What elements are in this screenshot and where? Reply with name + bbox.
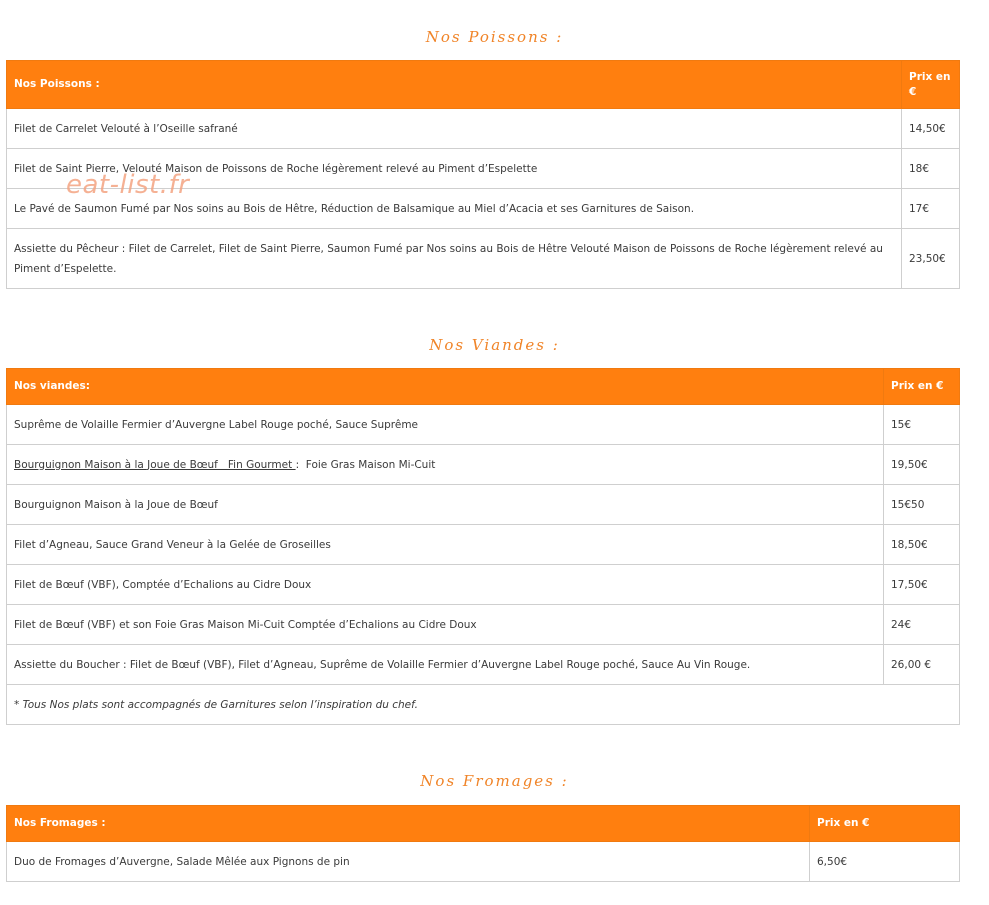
dish-name: Assiette du Boucher : Filet de Bœuf (VBF… bbox=[6, 644, 884, 685]
table-row: Filet de Carrelet Velouté à l’Oseille sa… bbox=[6, 108, 960, 149]
dish-price: 23,50€ bbox=[901, 228, 960, 289]
dish-price: 17,50€ bbox=[883, 564, 960, 605]
table-row: Duo de Fromages d’Auvergne, Salade Mêlée… bbox=[6, 841, 960, 882]
dish-name: Filet d’Agneau, Sauce Grand Veneur à la … bbox=[6, 524, 884, 565]
table-row-note: * Tous Nos plats sont accompagnés de Gar… bbox=[6, 684, 960, 725]
garnish-note: * Tous Nos plats sont accompagnés de Gar… bbox=[6, 684, 960, 725]
dish-name-rest: : Foie Gras Maison Mi-Cuit bbox=[295, 458, 436, 471]
viandes-table: Nos viandes: Prix en € Suprême de Volail… bbox=[6, 368, 960, 725]
table-row: Assiette du Pêcheur : Filet de Carrelet,… bbox=[6, 228, 960, 289]
column-header-dish: Nos Poissons : bbox=[6, 60, 902, 109]
dish-price: 19,50€ bbox=[883, 444, 960, 485]
dish-name: Bourguignon Maison à la Joue de Bœuf bbox=[6, 484, 884, 525]
table-row: Assiette du Boucher : Filet de Bœuf (VBF… bbox=[6, 644, 960, 685]
dish-price: 17€ bbox=[901, 188, 960, 229]
table-row: Filet de Bœuf (VBF) et son Foie Gras Mai… bbox=[6, 604, 960, 645]
table-header-row: Nos Poissons : Prix en € bbox=[6, 60, 960, 109]
table-header-row: Nos Fromages : Prix en € bbox=[6, 805, 960, 842]
dish-link[interactable]: Bourguignon Maison à la Joue de Bœuf Fin… bbox=[14, 459, 296, 471]
dish-price: 15€50 bbox=[883, 484, 960, 525]
table-row: Filet de Bœuf (VBF), Comptée d’Echalions… bbox=[6, 564, 960, 605]
dish-price: 15€ bbox=[883, 404, 960, 445]
column-header-dish: Nos Fromages : bbox=[6, 805, 810, 842]
table-row: Suprême de Volaille Fermier d’Auvergne L… bbox=[6, 404, 960, 445]
dish-name: Filet de Carrelet Velouté à l’Oseille sa… bbox=[6, 108, 902, 149]
watermark-logo: eat-list.fr bbox=[66, 170, 190, 200]
dish-name: Filet de Bœuf (VBF), Comptée d’Echalions… bbox=[6, 564, 884, 605]
column-header-dish: Nos viandes: bbox=[6, 368, 884, 405]
dish-name: Assiette du Pêcheur : Filet de Carrelet,… bbox=[6, 228, 902, 289]
fromages-section-title: Nos Fromages : bbox=[420, 772, 569, 790]
dish-price: 24€ bbox=[883, 604, 960, 645]
dish-name: Suprême de Volaille Fermier d’Auvergne L… bbox=[6, 404, 884, 445]
table-row: Filet d’Agneau, Sauce Grand Veneur à la … bbox=[6, 524, 960, 565]
column-header-price: Prix en € bbox=[883, 368, 960, 405]
dish-price: 18,50€ bbox=[883, 524, 960, 565]
table-row: Bourguignon Maison à la Joue de Bœuf 15€… bbox=[6, 484, 960, 525]
dish-price: 14,50€ bbox=[901, 108, 960, 149]
table-row: Bourguignon Maison à la Joue de Bœuf Fin… bbox=[6, 444, 960, 485]
column-header-price: Prix en € bbox=[809, 805, 960, 842]
dish-name: Bourguignon Maison à la Joue de Bœuf Fin… bbox=[6, 444, 884, 485]
column-header-price: Prix en € bbox=[901, 60, 960, 109]
dish-price: 6,50€ bbox=[809, 841, 960, 882]
viandes-section-title: Nos Viandes : bbox=[429, 336, 560, 354]
dish-price: 26,00 € bbox=[883, 644, 960, 685]
dish-price: 18€ bbox=[901, 148, 960, 189]
poissons-section-title: Nos Poissons : bbox=[425, 28, 564, 46]
dish-name: Duo de Fromages d’Auvergne, Salade Mêlée… bbox=[6, 841, 810, 882]
dish-name: Filet de Bœuf (VBF) et son Foie Gras Mai… bbox=[6, 604, 884, 645]
table-header-row: Nos viandes: Prix en € bbox=[6, 368, 960, 405]
fromages-table: Nos Fromages : Prix en € Duo de Fromages… bbox=[6, 805, 960, 882]
